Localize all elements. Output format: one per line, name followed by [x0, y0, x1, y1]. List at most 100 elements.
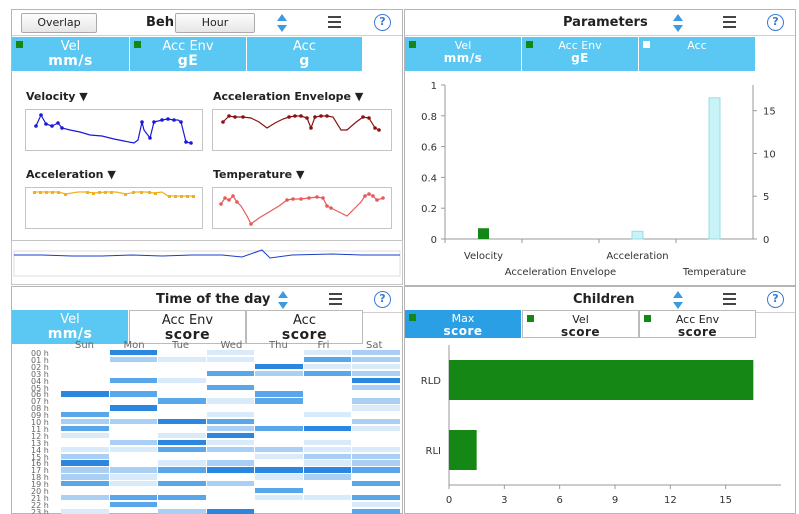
x-tick-label: Temperature: [682, 267, 746, 278]
heatmap-cell: [109, 494, 157, 501]
heatmap-cell: [352, 425, 400, 432]
heatmap-cell: [206, 350, 254, 356]
x-tick-label: Acceleration: [606, 251, 668, 262]
parameters-bar-chart: 10.80.60.40.20151050VelocityAcceleration…: [421, 81, 776, 278]
heatmap-cell: [206, 508, 254, 514]
heatmap-cell: [61, 508, 109, 514]
heatmap-cell: [109, 350, 157, 356]
x-tick-label: 6: [556, 495, 562, 506]
tab-acc-env[interactable]: Acc Env gE: [522, 37, 639, 71]
tab-unit: gE: [571, 51, 589, 65]
bar: [449, 360, 754, 400]
y2-tick-label: 15: [763, 107, 776, 118]
heatmap-cell: [109, 439, 157, 446]
day-label: Thu: [269, 340, 288, 351]
hour-button[interactable]: Hour: [175, 13, 255, 33]
y-tick-label: 0.4: [421, 173, 437, 184]
y-tick-label: RLI: [426, 446, 441, 457]
tab-label: Acc: [293, 39, 316, 54]
heatmap-cell: [352, 446, 400, 452]
parameters-header: Parameters ?: [405, 10, 795, 36]
heatmap-cell: [303, 474, 351, 480]
acc-env-sparkline: [212, 109, 392, 151]
timeline-overview[interactable]: [11, 240, 403, 285]
checkbox-icon[interactable]: [643, 41, 650, 48]
checkbox-icon[interactable]: [134, 41, 141, 48]
sort-icon[interactable]: [673, 14, 683, 32]
menu-icon[interactable]: [723, 293, 736, 305]
heatmap-cell: [303, 460, 351, 466]
sort-icon[interactable]: [673, 291, 683, 309]
heatmap-cell: [303, 453, 351, 459]
heatmap-cell: [109, 356, 157, 363]
heatmap-cell: [109, 405, 157, 411]
heatmap-cell: [206, 356, 254, 363]
heatmap-cell: [206, 481, 254, 487]
checkbox-icon[interactable]: [409, 314, 416, 321]
tab-vel[interactable]: Vel mm/s: [12, 37, 130, 71]
dropdown-icon: ▼: [79, 90, 88, 103]
tab-vel[interactable]: Vel score: [522, 310, 639, 339]
tab-unit: mm/s: [443, 51, 483, 65]
chart-label: Acceleration Envelope: [213, 90, 351, 103]
checkbox-icon[interactable]: [16, 41, 23, 48]
heatmap-cell: [303, 467, 351, 473]
velocity-chart-title[interactable]: Velocity ▼: [26, 90, 88, 103]
children-bar-chart: 0 3 6 9 12 15 RLD RLI: [421, 345, 781, 506]
heatmap-cell: [352, 481, 400, 487]
tab-acc[interactable]: Acc: [639, 37, 756, 71]
sort-icon[interactable]: [278, 291, 288, 309]
heatmap-cell: [61, 481, 109, 487]
tab-max[interactable]: Max score: [405, 310, 522, 338]
heatmap-cell: [255, 370, 303, 377]
x-tick-label: 9: [612, 495, 618, 506]
help-icon[interactable]: ?: [374, 291, 391, 308]
heatmap-cell: [255, 474, 303, 480]
heatmap-cell: [61, 453, 109, 459]
help-icon[interactable]: ?: [767, 291, 784, 308]
heatmap-cell: [158, 494, 206, 501]
heatmap-cell: [206, 398, 254, 404]
heatmap-cell: [109, 481, 157, 487]
day-label: Tue: [172, 340, 190, 351]
tab-vel[interactable]: Vel mm/s: [12, 310, 129, 344]
temperature-chart-title[interactable]: Temperature ▼: [213, 168, 304, 181]
heatmap-cell: [352, 377, 400, 383]
bar: [708, 97, 721, 240]
time-of-day-title: Time of the day: [156, 292, 271, 307]
parameters-title: Parameters: [563, 15, 648, 30]
checkbox-icon[interactable]: [409, 41, 416, 48]
chart-label: Temperature: [213, 168, 293, 181]
behavior-panel: Overlap Beh Hour ? Vel mm/s Acc Env gE A…: [11, 9, 403, 271]
heatmap-cell: [352, 501, 400, 508]
tab-acc-env[interactable]: Acc Env score: [639, 310, 756, 339]
sort-icon[interactable]: [277, 14, 287, 32]
heatmap-cell: [255, 391, 303, 397]
menu-icon[interactable]: [723, 16, 736, 28]
menu-icon[interactable]: [328, 16, 341, 28]
help-icon[interactable]: ?: [374, 14, 391, 31]
tab-acc-env[interactable]: Acc Env score: [129, 310, 246, 344]
help-icon[interactable]: ?: [767, 14, 784, 31]
children-tabs: Max score Vel score Acc Env score: [405, 310, 756, 339]
heatmap-cell: [61, 446, 109, 452]
overlap-button[interactable]: Overlap: [21, 13, 97, 33]
tab-acc[interactable]: Acc score: [246, 310, 363, 344]
acceleration-chart-title[interactable]: Acceleration ▼: [26, 168, 116, 181]
heatmap-cell: [303, 425, 351, 432]
y-tick-label: 0.8: [421, 112, 437, 123]
heatmap-cell: [158, 481, 206, 487]
heatmap-cell: [352, 460, 400, 466]
checkbox-icon[interactable]: [644, 315, 651, 322]
tab-unit: gE: [177, 53, 199, 69]
checkbox-icon[interactable]: [526, 41, 533, 48]
menu-icon[interactable]: [329, 293, 342, 305]
heatmap-cell: [352, 494, 400, 501]
heatmap-cell: [303, 494, 351, 501]
acc-env-chart-title[interactable]: Acceleration Envelope ▼: [213, 90, 363, 103]
tab-vel[interactable]: Vel mm/s: [405, 37, 522, 71]
heatmap-cell: [352, 467, 400, 473]
tab-acc[interactable]: Acc g: [247, 37, 363, 71]
checkbox-icon[interactable]: [527, 315, 534, 322]
tab-acc-env[interactable]: Acc Env gE: [130, 37, 247, 71]
